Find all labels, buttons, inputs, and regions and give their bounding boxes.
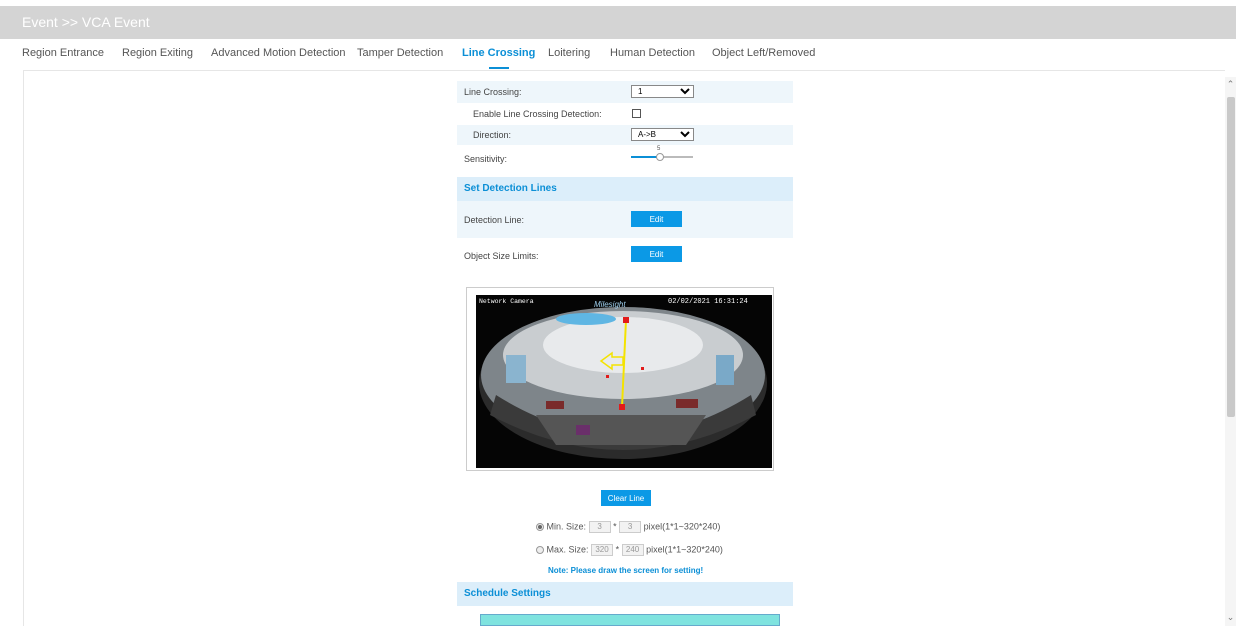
edit-detection-line-button[interactable]: Edit	[631, 211, 682, 227]
detection-line-row: Detection Line: Edit	[457, 201, 793, 238]
object-size-label: Object Size Limits:	[464, 251, 539, 261]
event-tabs: Region Entrance Region Exiting Advanced …	[0, 39, 1236, 69]
scroll-down-icon[interactable]: ⌄	[1225, 612, 1236, 623]
edit-object-size-button[interactable]: Edit	[631, 246, 682, 262]
tab-tamper-detection[interactable]: Tamper Detection	[357, 47, 443, 59]
schedule-grid[interactable]	[480, 614, 780, 626]
min-range-text: pixel(1*1~320*240)	[643, 521, 721, 532]
min-size-row: Min. Size: 3 * 3 pixel(1*1~320*240)	[536, 521, 720, 533]
scrollbar[interactable]: ⌃ ⌄	[1225, 77, 1236, 626]
enable-row: Enable Line Crossing Detection:	[457, 103, 793, 125]
tab-object-left-removed[interactable]: Object Left/Removed	[712, 47, 815, 59]
sensitivity-slider-handle[interactable]	[656, 153, 664, 161]
overlay-timestamp: 02/02/2021 16:31:24	[668, 298, 748, 306]
overlay-camera-name: Network Camera	[479, 298, 534, 305]
tab-region-exiting[interactable]: Region Exiting	[122, 47, 193, 59]
max-times: *	[615, 544, 620, 555]
min-height-input[interactable]: 3	[619, 521, 642, 533]
enable-label: Enable Line Crossing Detection:	[473, 109, 602, 119]
max-size-label: Max. Size:	[546, 544, 589, 555]
max-width-input[interactable]: 320	[591, 544, 614, 556]
direction-select[interactable]: A->B	[631, 128, 694, 141]
sensitivity-value: 5	[657, 146, 661, 152]
max-size-radio[interactable]	[536, 546, 544, 554]
watermark-logo: Milesight	[594, 300, 626, 309]
tab-human-detection[interactable]: Human Detection	[610, 47, 695, 59]
max-range-text: pixel(1*1~320*240)	[646, 544, 723, 555]
sensitivity-slider-fill	[631, 156, 659, 158]
draw-note: Note: Please draw the screen for setting…	[548, 566, 704, 575]
scroll-up-icon[interactable]: ⌃	[1225, 79, 1236, 90]
tab-region-entrance[interactable]: Region Entrance	[22, 47, 104, 59]
direction-row: Direction: A->B	[457, 125, 793, 145]
detection-line-label: Detection Line:	[464, 215, 525, 225]
tab-line-crossing[interactable]: Line Crossing	[462, 47, 535, 69]
sensitivity-row: Sensitivity: 5	[457, 145, 793, 168]
max-height-input[interactable]: 240	[621, 544, 644, 556]
direction-label: Direction:	[473, 130, 512, 140]
preview-frame: Network Camera 02/02/2021 16:31:24 Miles…	[466, 287, 774, 471]
page-title: Event >> VCA Event	[0, 6, 1236, 39]
object-size-row: Object Size Limits: Edit	[457, 238, 793, 273]
section-schedule-settings: Schedule Settings	[457, 582, 793, 606]
camera-preview[interactable]: Network Camera 02/02/2021 16:31:24 Miles…	[476, 295, 772, 468]
enable-checkbox[interactable]	[632, 109, 641, 118]
clear-line-button[interactable]: Clear Line	[601, 490, 651, 506]
line-crossing-select[interactable]: 1	[631, 85, 694, 98]
min-size-radio[interactable]	[536, 523, 544, 531]
min-size-label: Min. Size:	[546, 521, 587, 532]
scroll-thumb[interactable]	[1227, 97, 1235, 417]
sensitivity-label: Sensitivity:	[464, 154, 508, 164]
min-times: *	[613, 521, 617, 532]
min-width-input[interactable]: 3	[588, 521, 611, 533]
tab-loitering[interactable]: Loitering	[548, 47, 590, 59]
line-crossing-row: Line Crossing: 1	[457, 81, 793, 103]
tab-advanced-motion-detection[interactable]: Advanced Motion Detection	[211, 47, 346, 59]
line-crossing-label: Line Crossing:	[464, 87, 522, 97]
max-size-row: Max. Size: 320 * 240 pixel(1*1~320*240)	[536, 544, 723, 556]
section-set-detection-lines: Set Detection Lines	[457, 177, 793, 201]
